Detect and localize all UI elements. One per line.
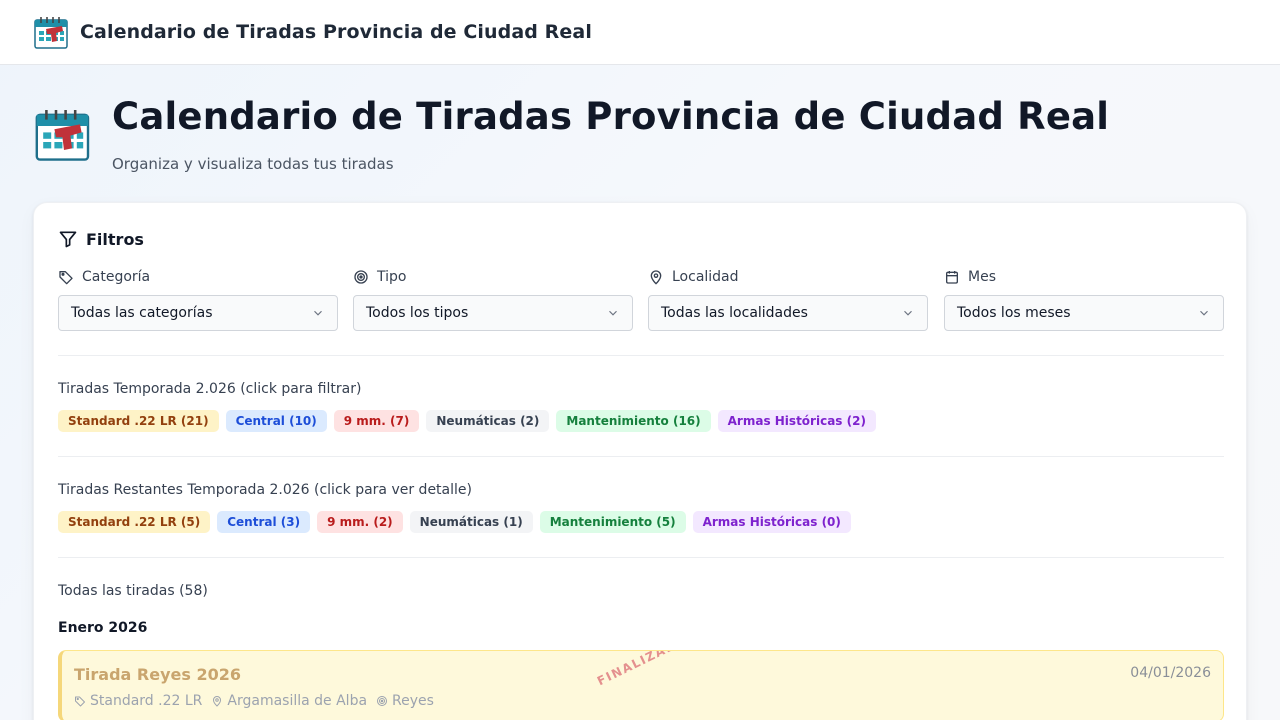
app-title: Calendario de Tiradas Provincia de Ciuda… xyxy=(80,21,592,43)
category-filter-label: Categoría xyxy=(82,269,151,285)
season-title: Tiradas Temporada 2.026 (click para filt… xyxy=(58,381,362,397)
chip-remaining-9mm[interactable]: 9 mm. (2) xyxy=(317,511,403,533)
chip-remaining-mantenimiento[interactable]: Mantenimiento (5) xyxy=(539,511,686,533)
month-filter: Mes Todos los meses xyxy=(944,267,1224,331)
month-select-value: Todos los meses xyxy=(957,305,1071,321)
finished-stamp: FINALIZADA xyxy=(594,650,689,689)
event-category: Standard .22 LR xyxy=(90,693,203,709)
chip-neumaticas[interactable]: Neumáticas (2) xyxy=(426,410,550,432)
divider xyxy=(58,557,1224,558)
event-title: Tirada Reyes 2026 xyxy=(74,665,241,684)
season-chips: Standard .22 LR (21) Central (10) 9 mm. … xyxy=(58,410,876,432)
divider xyxy=(58,456,1224,457)
filters-heading: Filtros xyxy=(58,229,144,249)
chevron-down-icon xyxy=(314,310,322,316)
event-location: Argamasilla de Alba xyxy=(227,693,368,709)
calendar-pistol-logo-icon xyxy=(35,110,90,161)
remaining-chips: Standard .22 LR (5) Central (3) 9 mm. (2… xyxy=(58,511,851,533)
chevron-down-icon xyxy=(1200,310,1208,316)
location-filter-label: Localidad xyxy=(672,269,739,285)
event-card[interactable]: Tirada Reyes 2026 04/01/2026 Standard .2… xyxy=(58,650,1224,720)
chip-remaining-armas-historicas[interactable]: Armas Históricas (0) xyxy=(692,511,851,533)
top-bar: Calendario de Tiradas Provincia de Ciuda… xyxy=(0,0,1280,65)
month-select[interactable]: Todos los meses xyxy=(944,295,1224,331)
target-icon xyxy=(354,270,368,284)
location-filter: Localidad Todas las localidades xyxy=(648,267,928,331)
month-heading: Enero 2026 xyxy=(58,620,148,636)
filter-icon xyxy=(59,231,77,248)
filters-heading-label: Filtros xyxy=(86,229,144,249)
page-title: Calendario de Tiradas Provincia de Ciuda… xyxy=(112,95,1110,138)
type-filter-label: Tipo xyxy=(377,269,407,285)
target-icon xyxy=(377,696,388,706)
chip-central[interactable]: Central (10) xyxy=(225,410,327,432)
calendar-icon xyxy=(946,271,958,284)
tag-icon xyxy=(59,271,73,285)
event-meta: Standard .22 LR Argamasilla de Alba Reye… xyxy=(74,693,443,709)
chip-remaining-standard-22lr[interactable]: Standard .22 LR (5) xyxy=(58,511,211,533)
type-select[interactable]: Todos los tipos xyxy=(353,295,633,331)
calendar-pistol-logo-icon[interactable] xyxy=(32,12,72,52)
page-subtitle: Organiza y visualiza todas tus tiradas xyxy=(112,155,394,173)
chip-mantenimiento[interactable]: Mantenimiento (16) xyxy=(556,410,711,432)
category-select[interactable]: Todas las categorías xyxy=(58,295,338,331)
map-pin-icon xyxy=(650,270,662,285)
type-filter: Tipo Todos los tipos xyxy=(353,267,633,331)
category-select-value: Todas las categorías xyxy=(71,305,213,321)
all-events-title: Todas las tiradas (58) xyxy=(58,583,208,599)
chip-remaining-neumaticas[interactable]: Neumáticas (1) xyxy=(409,511,533,533)
map-pin-icon xyxy=(213,696,222,707)
chip-armas-historicas[interactable]: Armas Históricas (2) xyxy=(717,410,876,432)
divider xyxy=(58,355,1224,356)
location-select[interactable]: Todas las localidades xyxy=(648,295,928,331)
type-select-value: Todos los tipos xyxy=(366,305,469,321)
chip-remaining-central[interactable]: Central (3) xyxy=(217,511,311,533)
tag-icon xyxy=(75,696,85,707)
category-filter: Categoría Todas las categorías xyxy=(58,267,338,331)
event-date: 04/01/2026 xyxy=(1130,665,1211,681)
event-type: Reyes xyxy=(392,693,434,709)
chip-9mm[interactable]: 9 mm. (7) xyxy=(333,410,420,432)
filters-card: Filtros Categoría Todas las categorías T… xyxy=(33,202,1247,720)
hero: Calendario de Tiradas Provincia de Ciuda… xyxy=(32,98,1109,173)
location-select-value: Todas las localidades xyxy=(661,305,808,321)
chevron-down-icon xyxy=(609,310,617,316)
chevron-down-icon xyxy=(904,310,912,316)
chip-standard-22lr[interactable]: Standard .22 LR (21) xyxy=(58,410,219,432)
remaining-title: Tiradas Restantes Temporada 2.026 (click… xyxy=(58,482,472,498)
month-filter-label: Mes xyxy=(968,269,996,285)
